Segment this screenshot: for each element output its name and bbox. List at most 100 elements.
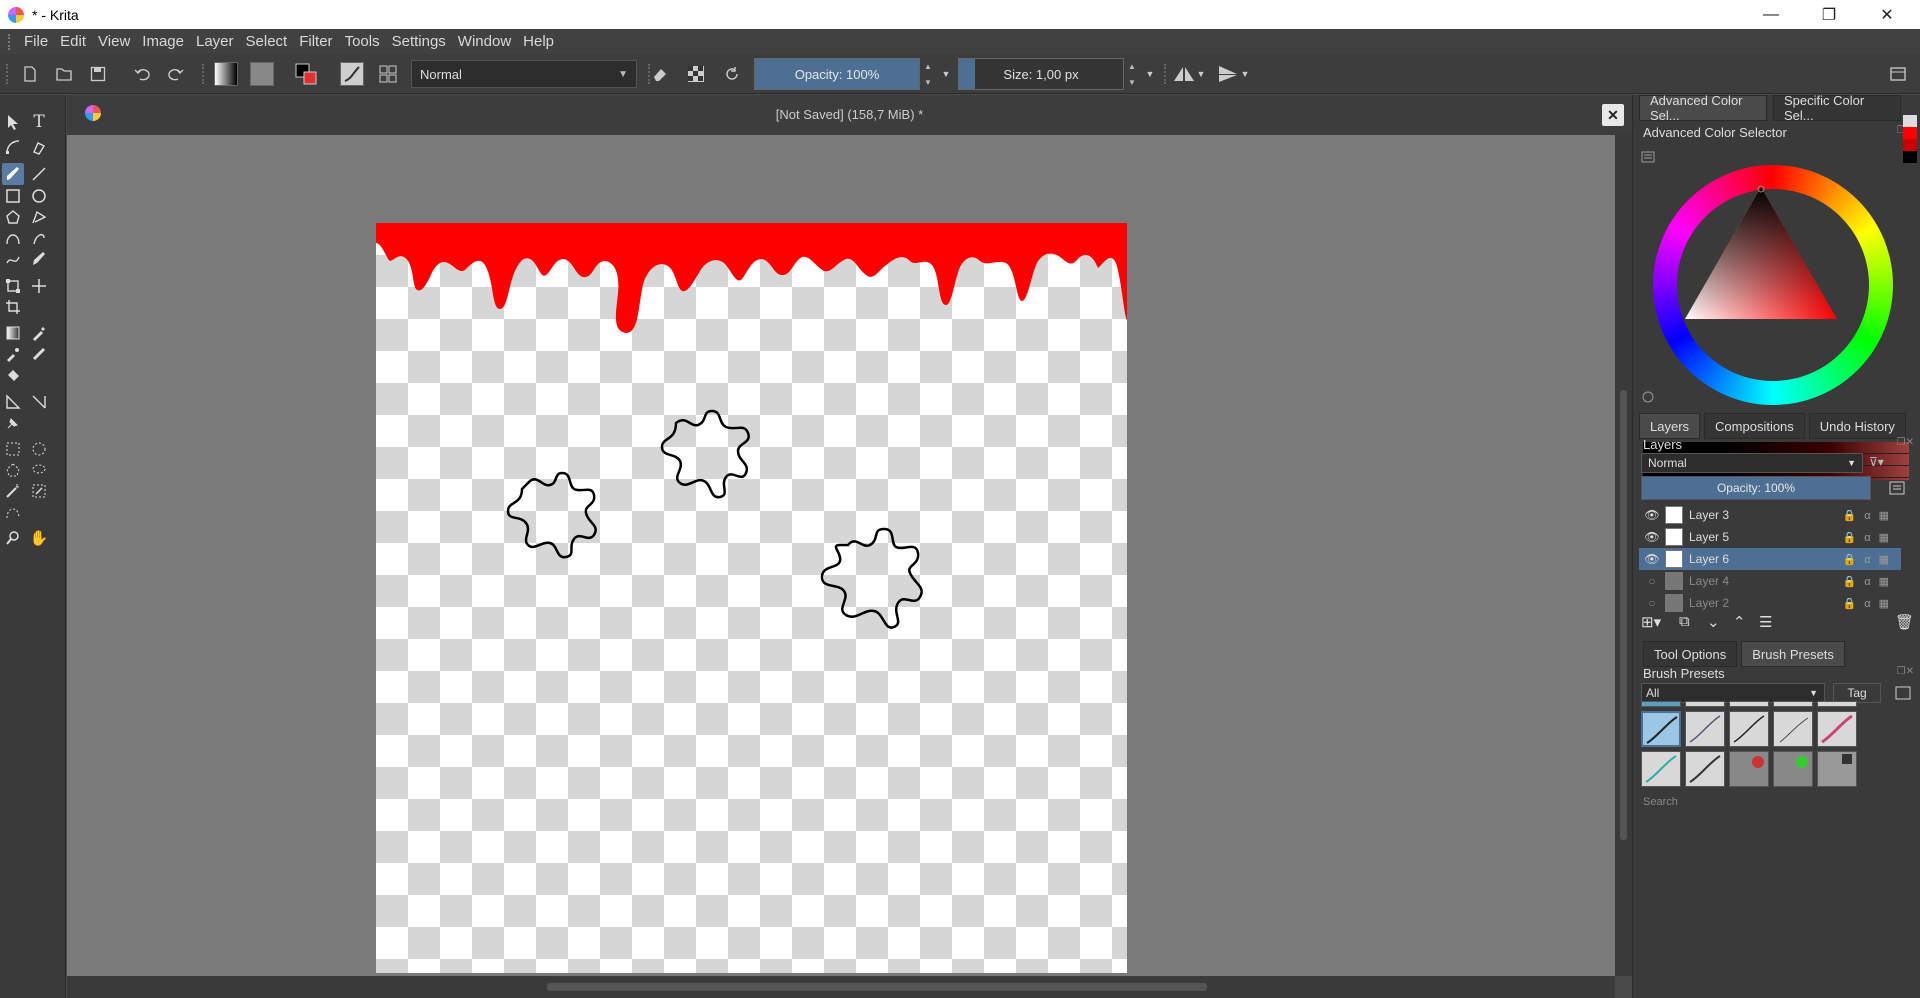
toolbar-overflow-button[interactable] (1886, 62, 1910, 86)
eye-icon[interactable]: 👁 (1644, 552, 1659, 566)
brush-preset-selected[interactable] (1641, 711, 1681, 747)
opacity-dropdown[interactable]: ▼ (934, 62, 958, 86)
layer-row[interactable]: ○ Layer 2 🔒α▦ (1639, 592, 1901, 614)
select-shapes-tool[interactable] (2, 111, 24, 133)
eye-icon[interactable]: 👁 (1644, 530, 1659, 544)
menu-edit[interactable]: Edit (54, 33, 92, 50)
zoom-tool[interactable] (2, 527, 24, 549)
close-window-button[interactable]: ✕ (1858, 0, 1916, 29)
brush-panel-float-close-icons[interactable]: ❐✕ (1897, 666, 1914, 677)
settings-icon[interactable] (1641, 151, 1655, 163)
tab-advanced-color[interactable]: Advanced Color Sel... (1639, 93, 1767, 123)
vertical-scrollbar[interactable] (1615, 135, 1632, 976)
crop-tool[interactable] (2, 296, 24, 318)
tab-tool-options[interactable]: Tool Options (1643, 641, 1738, 667)
brush-preset[interactable] (1773, 711, 1813, 747)
maximize-button[interactable]: ❐ (1800, 0, 1858, 29)
rectangular-selection-tool[interactable] (2, 438, 24, 460)
eye-icon[interactable]: 👁 (1644, 508, 1659, 522)
layer-lock-alpha-icons[interactable]: 🔒α▦ (1843, 597, 1897, 610)
brush-preset[interactable] (1685, 701, 1725, 707)
freehand-brush-tool[interactable] (2, 163, 24, 185)
polygonal-selection-tool[interactable] (2, 459, 24, 481)
layers-panel-float-close-icons[interactable]: ❐✕ (1897, 437, 1914, 448)
tag-button[interactable]: Tag (1833, 683, 1881, 703)
canvas-area[interactable] (67, 135, 1615, 976)
menu-select[interactable]: Select (240, 33, 294, 50)
open-document-button[interactable] (52, 62, 76, 86)
mirror-vertical-button[interactable] (1216, 62, 1240, 86)
delete-layer-icon[interactable]: 🗑 (1895, 613, 1914, 631)
layer-row[interactable]: 👁 Layer 5 🔒α▦ (1639, 526, 1901, 548)
similar-color-selection-tool[interactable] (28, 480, 50, 502)
redo-button[interactable] (164, 62, 188, 86)
freehand-selection-tool[interactable] (28, 459, 50, 481)
fg-bg-color-selector[interactable] (294, 62, 318, 86)
layer-blend-mode-select[interactable]: Normal ▼ (1641, 453, 1863, 473)
freehand-path-tool[interactable] (28, 227, 50, 249)
reset-icon[interactable] (1641, 390, 1655, 404)
tab-layers[interactable]: Layers (1639, 413, 1701, 439)
tab-undo-history[interactable]: Undo History (1808, 413, 1906, 439)
ellipse-tool[interactable] (28, 185, 50, 207)
layer-lock-alpha-icons[interactable]: 🔒α▦ (1843, 553, 1897, 566)
brush-preset[interactable] (1641, 751, 1681, 787)
filter-icon[interactable]: ⊽▾ (1869, 455, 1884, 469)
rectangle-tool[interactable] (2, 185, 24, 207)
polyline-tool[interactable] (28, 206, 50, 228)
gradient-selector[interactable] (214, 62, 238, 86)
menu-help[interactable]: Help (517, 33, 560, 50)
move-layer-up-icon[interactable]: ⌃ (1733, 613, 1746, 631)
line-tool[interactable] (28, 163, 50, 185)
pattern-selector[interactable] (250, 62, 274, 86)
assistant-tool[interactable] (2, 391, 24, 413)
brush-preset[interactable] (1729, 711, 1769, 747)
pan-tool[interactable]: ✋ (28, 527, 50, 549)
brush-preset[interactable] (1729, 751, 1769, 787)
brush-preset[interactable] (1685, 751, 1725, 787)
brush-preset[interactable] (1817, 711, 1857, 747)
size-dropdown[interactable]: ▼ (1138, 62, 1162, 86)
vertical-scroll-thumb[interactable] (1620, 390, 1627, 840)
reference-images-tool[interactable] (2, 412, 24, 434)
brush-search-input[interactable]: Search (1643, 796, 1678, 808)
layer-lock-alpha-icons[interactable]: 🔒α▦ (1843, 509, 1897, 522)
contiguous-selection-tool[interactable] (2, 480, 24, 502)
add-layer-icon[interactable]: ⊞▾ (1641, 613, 1661, 631)
brush-preset[interactable] (1685, 711, 1725, 747)
edit-shapes-tool[interactable] (2, 136, 24, 158)
colorize-mask-tool[interactable] (2, 343, 24, 365)
menu-layer[interactable]: Layer (190, 33, 240, 50)
brush-size-slider[interactable]: Size: 1,00 px (958, 58, 1124, 90)
mirror-v-options[interactable]: ▼ (1238, 62, 1252, 86)
move-layer-down-icon[interactable]: ⌄ (1707, 613, 1720, 631)
close-document-button[interactable]: ✕ (1602, 104, 1624, 126)
brush-opacity-slider[interactable]: Opacity: 100% (754, 58, 920, 90)
move-tool[interactable] (28, 275, 50, 297)
saturation-value-triangle[interactable] (1679, 183, 1843, 323)
eraser-mode-button[interactable] (648, 62, 672, 86)
elliptical-selection-tool[interactable] (28, 438, 50, 460)
brush-preset[interactable] (1773, 751, 1813, 787)
undo-button[interactable] (130, 62, 154, 86)
save-button[interactable] (86, 62, 110, 86)
duplicate-layer-icon[interactable]: ⧉ (1679, 613, 1690, 630)
polygon-tool[interactable] (2, 206, 24, 228)
minimize-button[interactable]: — (1742, 0, 1800, 29)
size-spinner[interactable]: ▲ ▼ (1126, 58, 1138, 90)
layer-settings-icon[interactable]: ☰ (1759, 613, 1772, 631)
tab-brush-presets[interactable]: Brush Presets (1741, 641, 1845, 667)
hidden-eye-icon[interactable]: ○ (1645, 574, 1659, 588)
blend-mode-select[interactable]: Normal ▼ (411, 60, 637, 88)
dynamic-brush-tool[interactable] (2, 248, 24, 270)
hidden-eye-icon[interactable]: ○ (1645, 596, 1659, 610)
menu-tools[interactable]: Tools (339, 33, 386, 50)
smart-patch-tool[interactable] (28, 343, 50, 365)
horizontal-scrollbar[interactable] (67, 976, 1615, 998)
measure-tool[interactable] (28, 391, 50, 413)
bezier-selection-tool[interactable] (2, 501, 24, 523)
brush-preset[interactable] (1641, 701, 1681, 707)
brush-preset[interactable] (1729, 701, 1769, 707)
transform-tool[interactable] (2, 275, 24, 297)
preserve-alpha-button[interactable] (684, 62, 708, 86)
